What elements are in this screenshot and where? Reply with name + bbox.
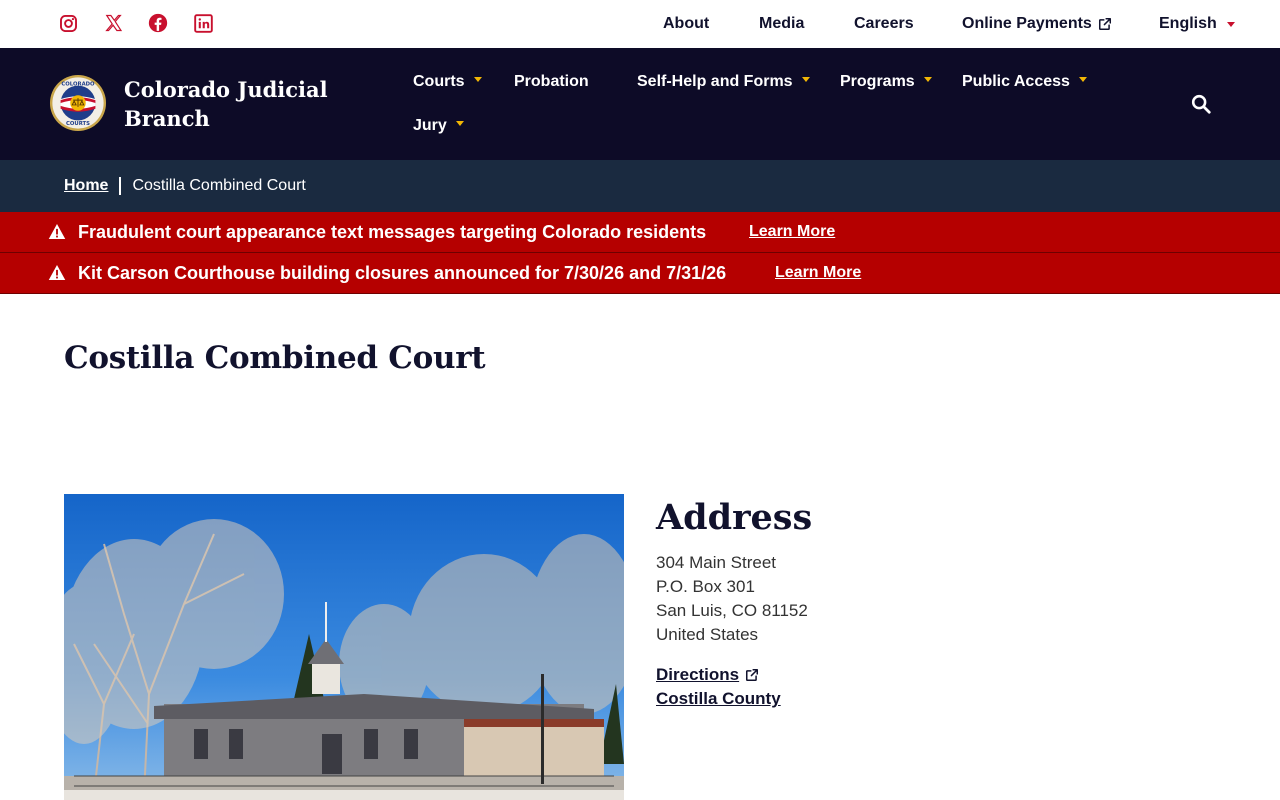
address-line: United States	[656, 625, 759, 644]
search-icon[interactable]	[1190, 93, 1212, 115]
nav-programs-label: Programs	[840, 73, 915, 90]
instagram-icon[interactable]	[58, 13, 78, 33]
nav-probation-label: Probation	[514, 73, 589, 90]
breadcrumb-separator	[119, 177, 122, 195]
main-header: COLORADO COURTS Colorado Judicial Branch…	[0, 48, 1280, 160]
nav-courts-label: Courts	[413, 73, 465, 90]
nav-self-help[interactable]: Self-Help and Forms	[637, 73, 810, 91]
warning-icon	[48, 224, 66, 239]
breadcrumb: Home Costilla Combined Court	[0, 160, 1280, 212]
colorado-courts-seal-logo[interactable]: COLORADO COURTS	[49, 74, 107, 132]
nav-probation[interactable]: Probation	[514, 73, 589, 91]
address-line: P.O. Box 301	[656, 577, 755, 596]
chevron-down-icon	[801, 76, 810, 82]
external-link-icon	[746, 668, 759, 682]
chevron-down-icon	[1226, 21, 1235, 27]
site-name-link[interactable]: Colorado Judicial Branch	[124, 75, 334, 133]
alert-message: Fraudulent court appearance text message…	[78, 221, 707, 242]
alert-banner: Fraudulent court appearance text message…	[0, 212, 1280, 253]
address-block: 304 Main Street P.O. Box 301 San Luis, C…	[656, 551, 808, 647]
careers-link[interactable]: Careers	[854, 15, 914, 33]
page-title: Costilla Combined Court	[64, 340, 486, 376]
nav-jury[interactable]: Jury	[413, 117, 464, 135]
social-links	[58, 13, 213, 33]
chevron-down-icon	[923, 76, 932, 82]
nav-jury-label: Jury	[413, 117, 447, 134]
facebook-icon[interactable]	[148, 13, 168, 33]
address-links: Directions Costilla County	[656, 663, 781, 711]
address-line: 304 Main Street	[656, 553, 777, 572]
directions-link[interactable]: Directions	[656, 663, 781, 687]
nav-programs[interactable]: Programs	[840, 73, 932, 91]
alert-learn-more-link[interactable]: Learn More	[775, 264, 861, 282]
language-label: English	[1159, 15, 1217, 32]
breadcrumb-home-link[interactable]: Home	[64, 177, 108, 195]
alert-learn-more-link[interactable]: Learn More	[749, 223, 835, 241]
seal-text-top: COLORADO	[61, 82, 95, 88]
chevron-down-icon	[473, 76, 482, 82]
linkedin-icon[interactable]	[193, 13, 213, 33]
address-heading: Address	[656, 497, 813, 538]
nav-public-access[interactable]: Public Access	[962, 73, 1087, 91]
media-link[interactable]: Media	[759, 15, 804, 33]
alert-message: Kit Carson Courthouse building closures …	[78, 262, 727, 283]
county-link[interactable]: Costilla County	[656, 687, 781, 711]
nav-courts[interactable]: Courts	[413, 73, 482, 91]
alert-banner: Kit Carson Courthouse building closures …	[0, 253, 1280, 294]
online-payments-link[interactable]: Online Payments	[962, 15, 1112, 33]
nav-self-help-label: Self-Help and Forms	[637, 73, 793, 90]
utility-bar: About Media Careers Online Payments Engl…	[0, 0, 1280, 48]
nav-public-access-label: Public Access	[962, 73, 1070, 90]
chevron-down-icon	[1078, 76, 1087, 82]
x-icon[interactable]	[103, 13, 123, 33]
seal-text-bottom: COURTS	[66, 121, 90, 127]
online-payments-label: Online Payments	[962, 15, 1092, 32]
breadcrumb-current: Costilla Combined Court	[132, 177, 306, 194]
about-link[interactable]: About	[663, 15, 709, 33]
language-select[interactable]: English	[1159, 15, 1235, 33]
address-line: San Luis, CO 81152	[656, 601, 808, 620]
courthouse-photo	[64, 494, 624, 800]
warning-icon	[48, 265, 66, 280]
external-link-icon	[1098, 17, 1111, 31]
directions-label: Directions	[656, 665, 740, 684]
chevron-down-icon	[455, 120, 464, 126]
